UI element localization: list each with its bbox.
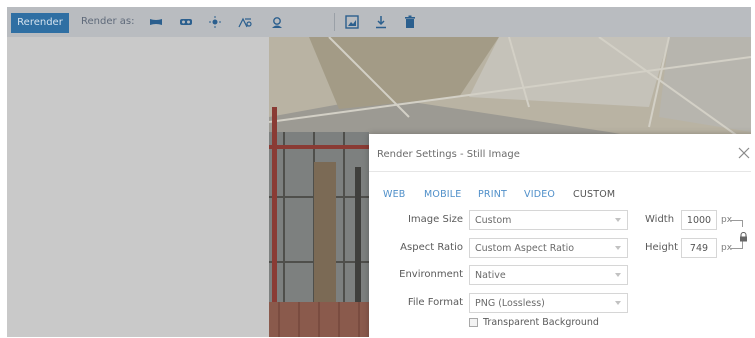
- app-frame: Rerender Render as: Render Settings - St…: [7, 7, 751, 337]
- environment-value: Native: [475, 270, 506, 281]
- sun-study-icon[interactable]: [207, 15, 223, 29]
- chevron-down-icon: [615, 218, 621, 222]
- chevron-down-icon: [615, 246, 621, 250]
- toolbar-separator: [334, 13, 335, 31]
- download-icon[interactable]: [373, 15, 389, 29]
- height-label: Height: [645, 242, 679, 253]
- tab-mobile[interactable]: MOBILE: [424, 189, 462, 200]
- panorama-icon[interactable]: [148, 15, 164, 29]
- solar-path-icon[interactable]: [237, 15, 253, 29]
- environment-label: Environment: [399, 269, 463, 280]
- vr-goggles-icon[interactable]: [178, 15, 194, 29]
- rerender-button[interactable]: Rerender: [11, 13, 69, 33]
- tab-web[interactable]: WEB: [383, 189, 406, 200]
- chevron-down-icon: [615, 301, 621, 305]
- transparent-background-checkbox[interactable]: [469, 318, 478, 327]
- illuminance-icon[interactable]: [269, 15, 285, 29]
- render-as-label: Render as:: [81, 16, 135, 27]
- trash-icon[interactable]: [402, 15, 418, 29]
- file-format-select[interactable]: PNG (Lossless): [469, 293, 628, 313]
- aspect-link-line: [731, 220, 742, 221]
- image-tool-icon[interactable]: [344, 15, 360, 29]
- file-format-label: File Format: [407, 297, 463, 308]
- width-label: Width: [645, 214, 675, 225]
- width-input[interactable]: [681, 210, 717, 230]
- image-size-select[interactable]: Custom: [469, 210, 628, 230]
- tab-video[interactable]: VIDEO: [524, 189, 555, 200]
- close-icon[interactable]: [736, 145, 751, 161]
- lock-icon[interactable]: [739, 227, 748, 242]
- chevron-down-icon: [615, 273, 621, 277]
- file-format-value: PNG (Lossless): [475, 298, 545, 309]
- aspect-ratio-value: Custom Aspect Ratio: [475, 243, 575, 254]
- render-settings-dialog: Render Settings - Still Image WEB MOBILE…: [369, 134, 751, 337]
- tab-print[interactable]: PRINT: [478, 189, 507, 200]
- toolbar: Rerender Render as:: [7, 7, 751, 37]
- dialog-title: Render Settings - Still Image: [377, 149, 520, 160]
- transparent-background-label: Transparent Background: [483, 317, 599, 328]
- environment-select[interactable]: Native: [469, 265, 628, 285]
- height-input[interactable]: [681, 238, 717, 258]
- tab-custom[interactable]: CUSTOM: [573, 189, 615, 200]
- aspect-ratio-label: Aspect Ratio: [400, 242, 463, 253]
- dialog-divider: [369, 171, 751, 172]
- image-size-value: Custom: [475, 215, 512, 226]
- image-size-label: Image Size: [407, 214, 463, 225]
- left-panel: [7, 37, 269, 337]
- aspect-link-line: [731, 248, 743, 249]
- aspect-link-line: [742, 220, 743, 227]
- aspect-ratio-select[interactable]: Custom Aspect Ratio: [469, 238, 628, 258]
